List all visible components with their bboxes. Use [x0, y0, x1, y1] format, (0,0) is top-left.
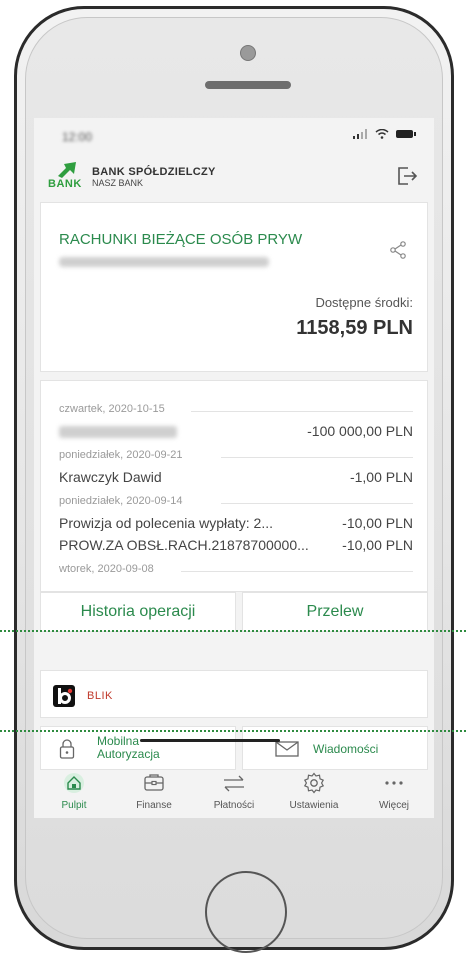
nav-item-ustawienia[interactable]: Ustawienia	[274, 770, 354, 818]
messages-label: Wiadomości	[313, 742, 379, 756]
wallet-icon	[144, 774, 164, 791]
messages-tile[interactable]: Wiadomości	[242, 726, 428, 770]
bank-logo-mark	[58, 162, 76, 178]
operation-description: Prowizja od polecenia wypłaty: 2...	[59, 515, 273, 531]
operation-date: poniedziałek, 2020-09-21	[59, 449, 183, 461]
bank-name: BANK SPÓŁDZIELCZY	[92, 166, 216, 178]
transfer-button[interactable]: Przelew	[242, 592, 428, 632]
share-icon[interactable]	[389, 241, 407, 259]
account-number-blurred	[59, 257, 269, 267]
mobile-authorization-tile[interactable]: Mobilna Autoryzacja	[40, 726, 236, 770]
wifi-icon	[375, 128, 389, 139]
status-icons	[353, 128, 416, 142]
highlight-dotted-line-bottom	[0, 730, 466, 732]
signal-icon	[353, 129, 368, 139]
recent-operations-card: czwartek, 2020-10-15 -100 000,00 PLN pon…	[40, 380, 428, 592]
operation-date: wtorek, 2020-09-08	[59, 563, 154, 575]
bank-logo: BANK	[48, 162, 82, 192]
operation-history-button[interactable]: Historia operacji	[40, 592, 236, 632]
operation-amount: -1,00 PLN	[349, 469, 413, 485]
available-funds-value: 1158,59 PLN	[296, 317, 413, 339]
app-screen: 12:00 BANK BANK SPÓŁDZIELCZY NASZ BANK R…	[34, 118, 434, 818]
gear-icon	[303, 772, 325, 794]
operation-amount: -10,00 PLN	[342, 537, 413, 553]
blik-card[interactable]: BLIK	[40, 670, 428, 718]
mobile-authorization-label-line2: Autoryzacja	[97, 747, 160, 761]
nav-item-pulpit[interactable]: Pulpit	[34, 770, 114, 818]
bottom-navigation: Pulpit Finanse Płatności Ustawienia Więc…	[34, 770, 434, 818]
lock-icon	[59, 739, 75, 759]
operation-amount: -100 000,00 PLN	[307, 423, 413, 439]
battery-icon	[396, 130, 416, 138]
operation-history-label: Historia operacji	[80, 603, 196, 620]
home-indicator	[140, 739, 280, 742]
operation-description-blurred	[59, 426, 177, 438]
bank-logo-word: BANK	[48, 178, 82, 190]
envelope-icon	[275, 741, 299, 757]
date-divider	[191, 411, 413, 412]
nav-item-wiecej[interactable]: Więcej	[354, 770, 434, 818]
blik-label: BLIK	[87, 690, 113, 702]
nav-label: Finanse	[136, 800, 172, 811]
operation-date: poniedziałek, 2020-09-14	[59, 495, 183, 507]
phone-home-button[interactable]	[205, 871, 287, 953]
transfer-arrows-icon	[224, 775, 244, 792]
more-dots-icon	[385, 781, 403, 785]
date-divider	[181, 571, 413, 572]
status-bar: 12:00	[34, 118, 434, 154]
operation-description: PROW.ZA OBSŁ.RACH.21878700000...	[59, 537, 309, 553]
nav-label: Płatności	[213, 800, 255, 811]
status-time: 12:00	[62, 130, 93, 144]
date-divider	[221, 503, 413, 504]
nav-label: Ustawienia	[289, 800, 339, 811]
nav-item-platnosci[interactable]: Płatności	[194, 770, 274, 818]
account-card[interactable]: RACHUNKI BIEŻĄCE OSÓB PRYW Dostępne środ…	[40, 202, 428, 372]
nav-label: Pulpit	[61, 800, 87, 811]
home-icon	[64, 773, 84, 793]
nav-label: Więcej	[378, 800, 409, 811]
app-header: BANK BANK SPÓŁDZIELCZY NASZ BANK	[34, 154, 434, 198]
front-camera	[240, 45, 256, 61]
earpiece-speaker	[205, 81, 291, 89]
highlight-dotted-line-top	[0, 630, 466, 632]
operation-date: czwartek, 2020-10-15	[59, 403, 165, 415]
available-funds-label: Dostępne środki:	[315, 295, 413, 310]
logout-icon[interactable]	[396, 166, 418, 186]
operation-description: Krawczyk Dawid	[59, 469, 162, 485]
bank-subname: NASZ BANK	[92, 178, 144, 188]
operation-amount: -10,00 PLN	[342, 515, 413, 531]
account-title: RACHUNKI BIEŻĄCE OSÓB PRYW	[59, 231, 303, 248]
transfer-label: Przelew	[306, 603, 364, 620]
nav-item-finanse[interactable]: Finanse	[114, 770, 194, 818]
date-divider	[221, 457, 413, 458]
blik-logo-icon	[53, 685, 75, 707]
